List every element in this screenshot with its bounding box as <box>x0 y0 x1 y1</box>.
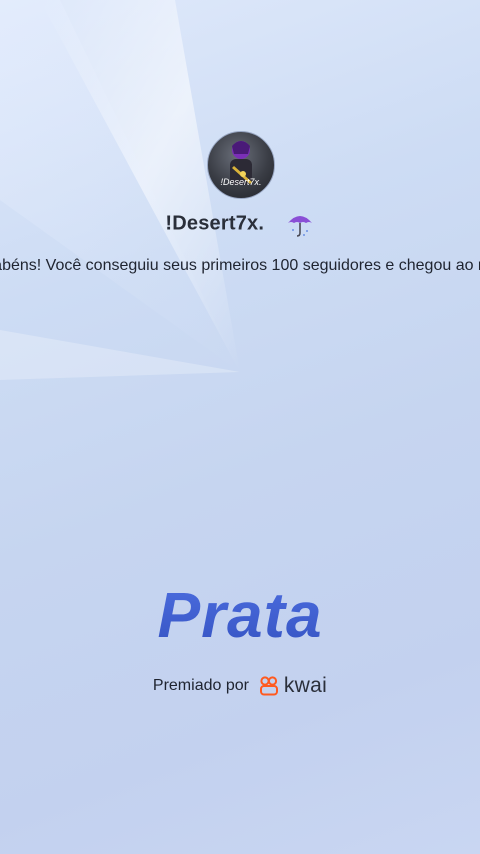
avatar[interactable]: !Desert7x. <box>207 131 275 199</box>
kwai-logo-icon <box>260 676 279 696</box>
username[interactable]: !Desert7x. <box>165 213 264 235</box>
kwai-wordmark: kwai <box>283 674 328 697</box>
avatar-caption: !Desert7x. <box>220 177 261 187</box>
awarded-by-text: Premiado por <box>152 677 249 694</box>
umbrella-icon <box>285 210 315 238</box>
tier-label: Prata <box>0 578 480 652</box>
achievement-screen: { "profile": { "username": "!Desert7x.",… <box>0 0 480 854</box>
awarded-by-row: Premiado por kwai <box>0 674 480 698</box>
achievement-message-text: Parabéns! Você conseguiu seus primeiros … <box>0 257 480 274</box>
avatar-image: !Desert7x. <box>220 141 262 187</box>
achievement-message: Parabéns! Você conseguiu seus primeiros … <box>0 257 480 275</box>
kwai-logo: kwai <box>259 674 327 698</box>
light-ray-decoration <box>0 0 240 380</box>
username-row: !Desert7x. <box>0 210 480 238</box>
